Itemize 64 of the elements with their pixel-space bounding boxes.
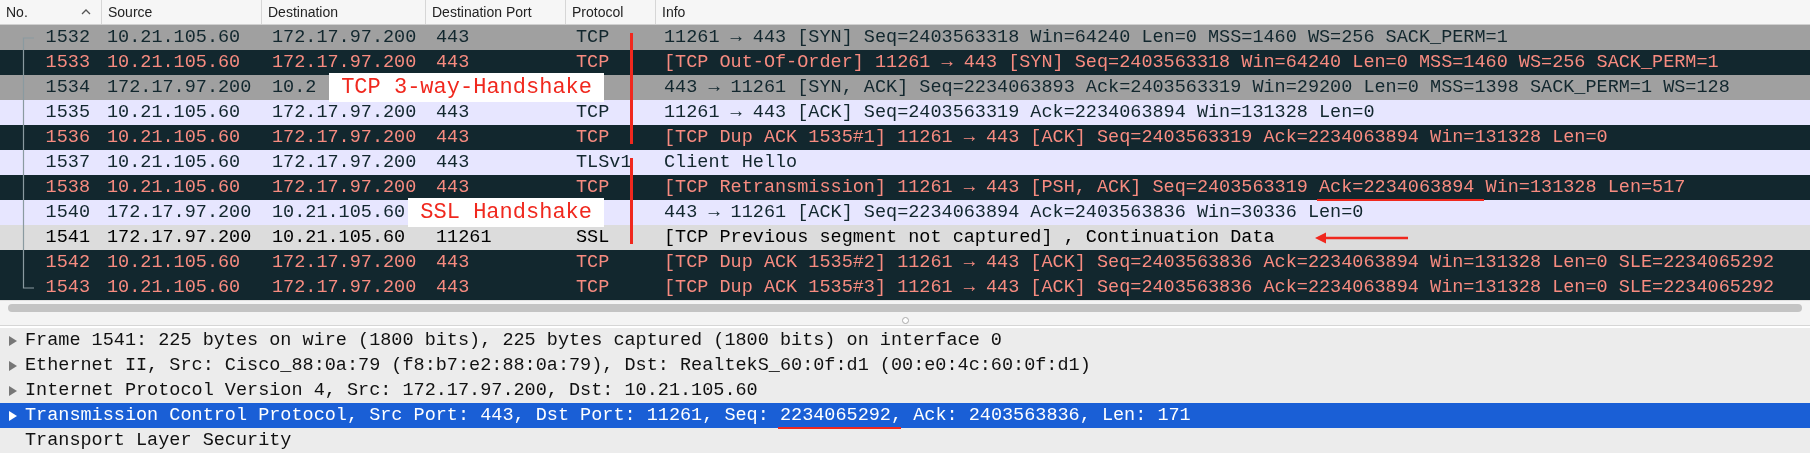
destination-port: 443 (436, 252, 470, 273)
packet-info: 11261 → 443 [ACK] Seq=2403563319 Ack=2234063894 Win=131328 Len=0 (664, 102, 1375, 123)
destination-address: 172.17.97.200 (272, 277, 417, 298)
packet-number: 1537 (45, 152, 90, 173)
destination-port: 443 (436, 127, 470, 148)
protocol-name: TCP (576, 177, 610, 198)
destination-address: 172.17.97.200 (272, 127, 417, 148)
protocol-name: TCP (576, 127, 610, 148)
packet-info: [TCP Previous segment not captured] , Continuation Data (664, 227, 1275, 248)
packet-number: 1532 (45, 27, 90, 48)
destination-port: 443 (436, 27, 470, 48)
source-address: 10.21.105.60 (107, 152, 241, 173)
destination-address: 10.2 (272, 77, 317, 98)
destination-address: 172.17.97.200 (272, 152, 417, 173)
source-address: 10.21.105.60 (107, 277, 241, 298)
destination-port: 443 (436, 152, 470, 173)
protocol-name: TCP (576, 277, 610, 298)
packet-number: 1543 (45, 277, 90, 298)
packet-info: [TCP Out-Of-Order] 11261 → 443 [SYN] Seq=2403563318 Win=64240 Len=0 MSS=1460 WS=256 SACK_PERM=1 (664, 52, 1719, 73)
protocol-name: TCP (576, 252, 610, 273)
destination-port: 443 (436, 52, 470, 73)
source-address: 172.17.97.200 (107, 202, 252, 223)
packet-info: Client Hello (664, 152, 798, 173)
source-address: 10.21.105.60 (107, 102, 241, 123)
annotation-overlay: SSL Handshake (408, 198, 604, 227)
protocol-name: TCP (576, 52, 610, 73)
packet-info: 443 → 11261 [SYN, ACK] Seq=2234063893 Ack=2403563319 Win=29200 Len=0 MSS=1398 SACK_PERM=1 WS=128 (664, 77, 1730, 98)
packet-number: 1540 (45, 202, 90, 223)
packet-info: 11261 → 443 [SYN] Seq=2403563318 Win=64240 Len=0 MSS=1460 WS=256 SACK_PERM=1 (664, 27, 1508, 48)
destination-address: 172.17.97.200 (272, 27, 417, 48)
source-address: 10.21.105.60 (107, 27, 241, 48)
packet-info: [TCP Dup ACK 1535#3] 11261 → 443 [ACK] Seq=2403563836 Ack=2234063894 Win=131328 Len=0 SLE=2234065292 (664, 277, 1775, 298)
destination-port: 443 (436, 177, 470, 198)
packet-info: [TCP Retransmission] 11261 → 443 [PSH, ACK] Seq=2403563319 Ack=2234063894 Win=131328 Len=517 (664, 177, 1686, 198)
packet-info: [TCP Dup ACK 1535#2] 11261 → 443 [ACK] Seq=2403563836 Ack=2234063894 Win=131328 Len=0 SLE=2234065292 (664, 252, 1775, 273)
destination-address: 172.17.97.200 (272, 252, 417, 273)
destination-address: 172.17.97.200 (272, 52, 417, 73)
packet-number: 1534 (45, 77, 90, 98)
packet-number: 1541 (45, 227, 90, 248)
destination-port: 443 (436, 277, 470, 298)
packet-info: 443 → 11261 [ACK] Seq=2234063894 Ack=2403563836 Win=30336 Len=0 (664, 202, 1364, 223)
source-address: 10.21.105.60 (107, 177, 241, 198)
protocol-name: SSL (576, 227, 610, 248)
source-address: 172.17.97.200 (107, 227, 252, 248)
destination-port: 11261 (436, 227, 492, 248)
packet-number: 1536 (45, 127, 90, 148)
destination-address: 10.21.105.60 (272, 227, 406, 248)
source-address: 10.21.105.60 (107, 127, 241, 148)
packet-number: 1535 (45, 102, 90, 123)
source-address: 172.17.97.200 (107, 77, 252, 98)
packet-number: 1542 (45, 252, 90, 273)
destination-address: 172.17.97.200 (272, 177, 417, 198)
source-address: 10.21.105.60 (107, 52, 241, 73)
packet-number: 1538 (45, 177, 90, 198)
protocol-name: TLSv1 (576, 152, 632, 173)
source-address: 10.21.105.60 (107, 252, 241, 273)
protocol-name: TCP (576, 102, 610, 123)
annotation-overlay: TCP 3-way-Handshake (329, 73, 604, 102)
destination-port: 443 (436, 102, 470, 123)
packet-number: 1533 (45, 52, 90, 73)
destination-address: 172.17.97.200 (272, 102, 417, 123)
packet-info: [TCP Dup ACK 1535#1] 11261 → 443 [ACK] Seq=2403563319 Ack=2234063894 Win=131328 Len=0 (664, 127, 1608, 148)
protocol-name: TCP (576, 27, 610, 48)
destination-address: 10.21.105.60 (272, 202, 406, 223)
